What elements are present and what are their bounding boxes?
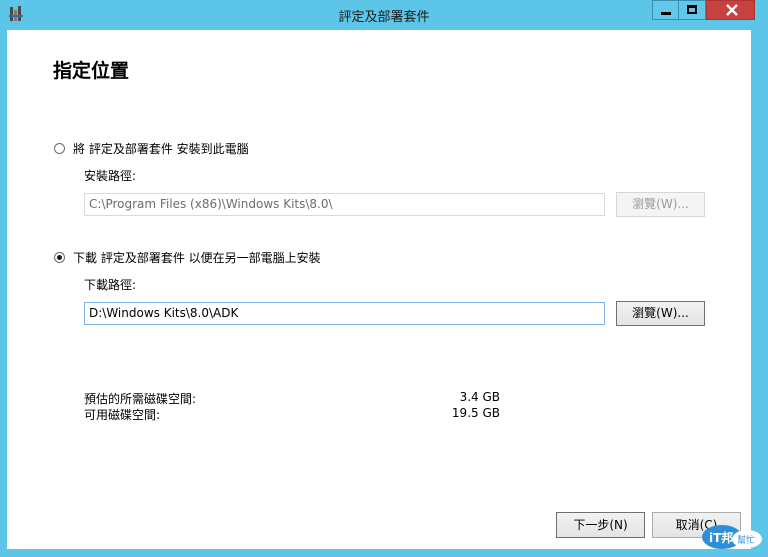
maximize-button[interactable] bbox=[679, 0, 706, 20]
install-path-label: 安裝路徑: bbox=[84, 169, 137, 183]
dialog-client-area: 指定位置 將 評定及部署套件 安裝到此電腦 安裝路徑: C:\Program F… bbox=[7, 30, 751, 549]
available-space-label: 可用磁碟空間: bbox=[84, 408, 161, 422]
download-path-label: 下載路徑: bbox=[84, 278, 137, 292]
estimated-space-label: 預估的所需磁碟空間: bbox=[84, 392, 197, 406]
minimize-button[interactable] bbox=[652, 0, 679, 20]
title-bar[interactable]: 評定及部署套件 bbox=[0, 0, 768, 30]
page-title: 指定位置 bbox=[53, 60, 130, 82]
ithome-logo: iT邦 幫忙 bbox=[702, 525, 762, 549]
download-label[interactable]: 下載 評定及部署套件 以便在另一部電腦上安裝 bbox=[73, 249, 321, 266]
download-radio[interactable] bbox=[54, 252, 65, 263]
logo-text-1: iT邦 bbox=[709, 530, 733, 545]
close-icon bbox=[726, 4, 738, 16]
install-browse-button[interactable]: 瀏覽(W)... bbox=[616, 192, 705, 217]
install-local-label[interactable]: 將 評定及部署套件 安裝到此電腦 bbox=[73, 140, 249, 157]
download-path-input[interactable]: D:\Windows Kits\8.0\ADK bbox=[84, 302, 605, 325]
download-browse-button[interactable]: 瀏覽(W)... bbox=[616, 301, 705, 326]
install-path-input[interactable]: C:\Program Files (x86)\Windows Kits\8.0\ bbox=[84, 193, 605, 216]
next-button[interactable]: 下一步(N) bbox=[556, 512, 645, 538]
available-space-value: 19.5 GB bbox=[451, 406, 500, 420]
close-button[interactable] bbox=[706, 0, 755, 20]
estimated-space-value: 3.4 GB bbox=[459, 390, 500, 404]
logo-text-2: 幫忙 bbox=[737, 534, 755, 546]
minimize-icon bbox=[661, 12, 671, 15]
maximize-icon bbox=[687, 5, 697, 14]
install-local-radio[interactable] bbox=[54, 143, 65, 154]
